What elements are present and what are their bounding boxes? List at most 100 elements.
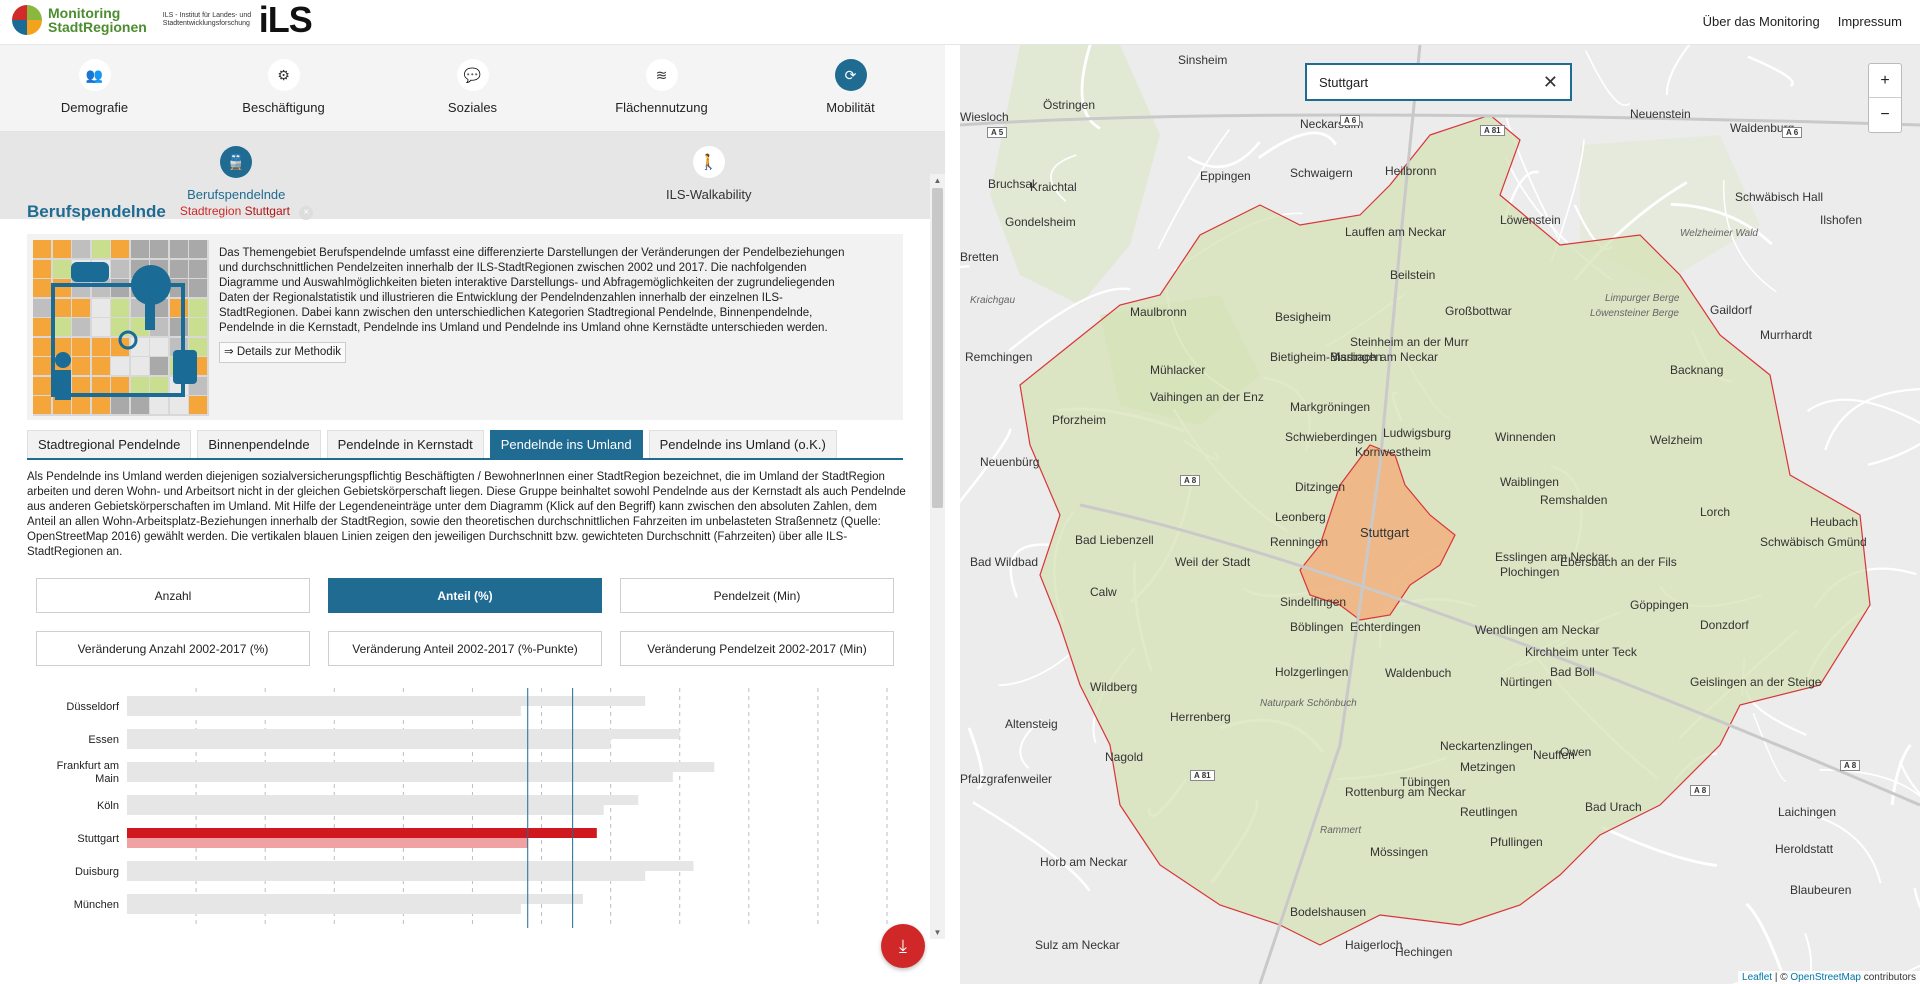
map-place-label: Echterdingen xyxy=(1350,620,1421,634)
top-header: Monitoring StadtRegionen ILS - Institut … xyxy=(0,0,1920,45)
bar-2017 xyxy=(127,871,646,881)
category-nav: 👥 Demografie ⚙ Beschäftigung 💬 Soziales … xyxy=(0,45,945,132)
map-place-label: Schwäbisch Gmünd xyxy=(1760,535,1867,549)
map-place-label: Backnang xyxy=(1670,363,1724,377)
map-place-label: Göppingen xyxy=(1630,598,1689,612)
map-place-label: Winnenden xyxy=(1495,430,1556,444)
map-place-label: Leonberg xyxy=(1275,510,1326,524)
view-buttons: Anzahl Anteil (%) Pendelzeit (Min) Verän… xyxy=(36,578,912,666)
map-place-label: Steinheim an der Murr xyxy=(1350,335,1469,349)
category-demografie[interactable]: 👥 Demografie xyxy=(0,45,189,131)
map-place-label: Löwenstein xyxy=(1500,213,1561,227)
attribution-suffix: contributors xyxy=(1860,972,1916,983)
map-place-label: Calw xyxy=(1090,585,1117,599)
map-place-label: Bodelshausen xyxy=(1290,905,1367,919)
map-place-label: Bad Urach xyxy=(1585,800,1642,814)
osm-link[interactable]: OpenStreetMap xyxy=(1790,972,1861,983)
logo-text: Monitoring StadtRegionen xyxy=(48,6,147,34)
map-place-label: Wildberg xyxy=(1090,680,1138,694)
layers-icon: ≋ xyxy=(645,59,678,91)
zoom-out-button[interactable]: − xyxy=(1869,98,1901,132)
motorway-shield: A 8 xyxy=(1840,760,1861,771)
map-place-label: Blaubeuren xyxy=(1790,883,1852,897)
content-scrollbar[interactable]: ▲ ▼ xyxy=(930,174,945,939)
intro-text: Das Themengebiet Berufspendelnde umfasst… xyxy=(219,247,845,334)
map-place-label: Schwaigern xyxy=(1290,166,1353,180)
map-place-label: Bretten xyxy=(960,250,999,264)
attribution-separator: | © xyxy=(1772,972,1791,983)
map-place-label: Waiblingen xyxy=(1500,475,1559,489)
map-place-label: Weil der Stadt xyxy=(1175,555,1251,569)
region-badge: Stadtregion Stuttgart × xyxy=(180,204,314,220)
view-pendelzeit-button[interactable]: Pendelzeit (Min) xyxy=(620,578,894,613)
category-beschaeftigung[interactable]: ⚙ Beschäftigung xyxy=(189,45,378,131)
clear-search-icon[interactable]: ✕ xyxy=(1543,72,1558,93)
category-mobilitaet[interactable]: ⟳ Mobilität xyxy=(756,45,945,131)
tab-binnen[interactable]: Binnenpendelnde xyxy=(197,430,321,458)
logo-line-2: StadtRegionen xyxy=(48,19,147,35)
map-panel[interactable]: Stuttgart Sinsheim Heilbronn Eppingen Schwai… xyxy=(960,45,1920,984)
category-label: Demografie xyxy=(60,100,129,115)
tab-umland[interactable]: Pendelnde ins Umland xyxy=(489,430,643,458)
scroll-up-icon[interactable]: ▲ xyxy=(930,176,945,185)
map-place-label: Kraichtal xyxy=(1030,180,1077,194)
tab-kernstadt[interactable]: Pendelnde in Kernstadt xyxy=(326,430,484,458)
map-place-label: Heilbronn xyxy=(1385,164,1437,178)
download-button[interactable]: ⤓ xyxy=(881,924,925,968)
clear-region-icon[interactable]: × xyxy=(299,205,314,220)
map-place-label: Lauffen am Neckar xyxy=(1345,225,1447,239)
map-place-label: Holzgerlingen xyxy=(1275,665,1349,679)
map-place-label: Sinsheim xyxy=(1178,53,1228,67)
map-place-label: Rottenburg am Neckar xyxy=(1345,785,1466,799)
bar-2017 xyxy=(127,706,521,716)
tab-description: Als Pendelnde ins Umland werden diejenig… xyxy=(27,471,906,558)
bar-2002 xyxy=(127,762,715,772)
tab-umland-ok[interactable]: Pendelnde ins Umland (o.K.) xyxy=(648,430,837,458)
region-name: Stuttgart xyxy=(244,204,290,219)
map-place-label: Bad Wildbad xyxy=(970,555,1039,569)
commuter-bar-chart: Düsseldorf Essen Frankfurt am Main Köln Stutt… xyxy=(27,688,907,928)
commuter-pictogram xyxy=(51,262,197,400)
map-attribution: Leaflet | © OpenStreetMap contributors xyxy=(1738,971,1920,984)
category-label: Düsseldorf xyxy=(66,701,120,713)
nav-imprint[interactable]: Impressum xyxy=(1838,14,1902,29)
map-place-label: Wendlingen am Neckar xyxy=(1475,623,1600,637)
map-place-label: Neuenbürg xyxy=(980,455,1040,469)
scroll-down-icon[interactable]: ▼ xyxy=(930,928,945,937)
leaflet-link[interactable]: Leaflet xyxy=(1742,972,1772,983)
tab-stadtregional[interactable]: Stadtregional Pendelnde xyxy=(27,430,192,458)
map-place-label: Welzheim xyxy=(1650,433,1703,447)
intro-text-block: Das Themengebiet Berufspendelnde umfasst… xyxy=(219,240,859,414)
map-place-label: Kornwestheim xyxy=(1355,445,1432,459)
category-flaechennutzung[interactable]: ≋ Flächennutzung xyxy=(567,45,756,131)
logo[interactable]: Monitoring StadtRegionen ILS - Institut … xyxy=(12,2,313,38)
map-place-label: Reutlingen xyxy=(1460,805,1518,819)
chat-icon: 💬 xyxy=(456,59,489,91)
train-pictogram xyxy=(173,350,197,384)
search-input[interactable] xyxy=(1319,74,1529,90)
view-change-share-button[interactable]: Veränderung Anteil 2002-2017 (%-Punkte) xyxy=(328,631,602,666)
map-place-label: Sindelfingen xyxy=(1280,595,1347,609)
nav-about[interactable]: Über das Monitoring xyxy=(1703,14,1820,29)
map-place-label: Neuenstein xyxy=(1630,107,1691,121)
view-change-count-button[interactable]: Veränderung Anzahl 2002-2017 (%) xyxy=(36,631,310,666)
map-place-label: Donzdorf xyxy=(1700,618,1749,632)
view-anteil-button[interactable]: Anteil (%) xyxy=(328,578,602,613)
person-body xyxy=(55,370,71,400)
map-search[interactable]: ✕ xyxy=(1305,63,1572,101)
view-anzahl-button[interactable]: Anzahl xyxy=(36,578,310,613)
view-change-time-button[interactable]: Veränderung Pendelzeit 2002-2017 (Min) xyxy=(620,631,894,666)
category-soziales[interactable]: 💬 Soziales xyxy=(378,45,567,131)
zoom-in-button[interactable]: + xyxy=(1869,64,1901,98)
map-nature-label: Rammert xyxy=(1320,825,1362,836)
title-row: Berufspendelnde Stadtregion Stuttgart × xyxy=(27,202,930,222)
content-area: Berufspendelnde Stadtregion Stuttgart × … xyxy=(0,174,930,939)
map-place-label: Ilshofen xyxy=(1820,213,1863,227)
map-place-label: Eppingen xyxy=(1200,169,1251,183)
map-nature-label: Limpurger Berge xyxy=(1605,293,1680,304)
map-place-label: Neckartenzlingen xyxy=(1440,739,1533,753)
scroll-thumb[interactable] xyxy=(932,188,943,508)
map-place-label: Murrhardt xyxy=(1760,328,1813,342)
map-place-label: Schwieberdingen xyxy=(1285,430,1378,444)
method-details-button[interactable]: ⇒ Details zur Methodik xyxy=(219,342,347,363)
